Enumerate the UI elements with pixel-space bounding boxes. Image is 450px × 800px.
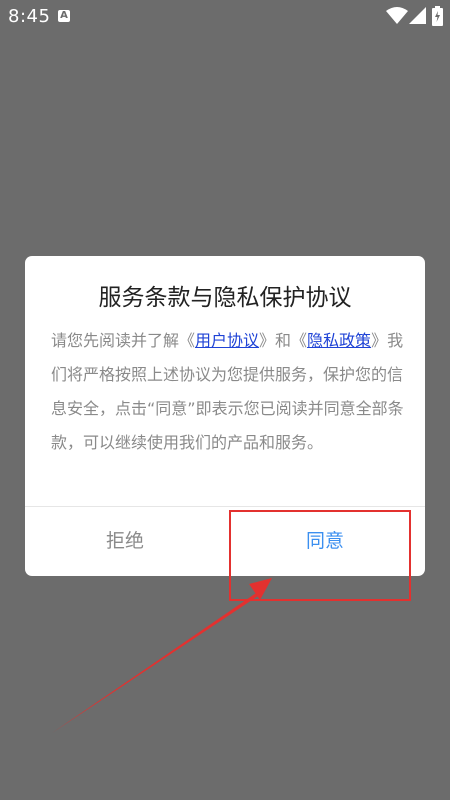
dialog-body: 请您先阅读并了解《用户协议》和《隐私政策》我们将严格按照上述协议为您提供服务，保… [51, 324, 411, 460]
status-bar: 8:45 A [0, 0, 450, 34]
battery-charging-icon [432, 6, 443, 26]
reject-button[interactable]: 拒绝 [25, 507, 225, 576]
signal-icon [409, 7, 426, 24]
privacy-policy-link[interactable]: 隐私政策 [307, 331, 371, 350]
status-time: 8:45 [8, 6, 51, 27]
dialog-title: 服务条款与隐私保护协议 [98, 285, 352, 311]
dialog-body-text: 》和《 [259, 331, 308, 350]
dialog-body-text: 请您先阅读并了解《 [51, 331, 196, 350]
user-agreement-link[interactable]: 用户协议 [195, 331, 259, 350]
notification-a-icon: A [58, 10, 70, 22]
highlight-box [229, 510, 411, 601]
wifi-icon [386, 7, 408, 24]
